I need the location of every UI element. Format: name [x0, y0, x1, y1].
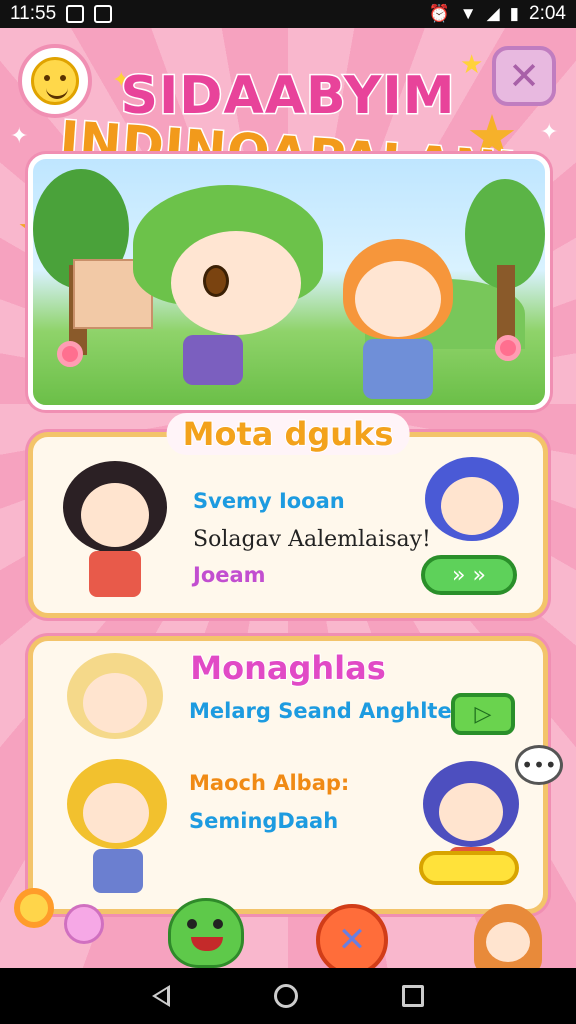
- recent-apps-icon[interactable]: [402, 985, 424, 1007]
- signal-icon: ◢: [486, 4, 500, 23]
- black-hair-character: [59, 461, 169, 601]
- flower-icon: [14, 888, 54, 928]
- alarm-icon: ⏰: [428, 4, 450, 23]
- quest-name: Svemy Iooan: [193, 489, 345, 513]
- status-bar: 11:55 ⏰ ▼ ◢ ▮ 2:04: [0, 0, 576, 28]
- panel-title: Monaghlas: [189, 648, 386, 688]
- blue-hair-character: [425, 457, 521, 557]
- battery-icon: ▮: [509, 4, 520, 23]
- notification-icon: [94, 5, 113, 23]
- flower-icon: [495, 335, 521, 361]
- blonde-character: [67, 653, 167, 753]
- home-icon[interactable]: [274, 984, 298, 1008]
- quest-label: Joeam: [193, 563, 266, 587]
- mission-list-panel: Monaghlas Melarg Seand Anghlten: ▷ Maoch…: [28, 636, 563, 914]
- cross-icon: ✕: [337, 920, 367, 960]
- fast-forward-icon: » »: [452, 562, 486, 588]
- yellow-hair-character: [63, 759, 171, 899]
- hero-scene-illustration: [28, 154, 550, 410]
- flower-icon: [57, 341, 83, 367]
- chat-bubble-icon[interactable]: •••: [515, 745, 563, 785]
- orange-hair-character: [333, 239, 463, 405]
- quest-message: Solagav Aalemlaisay!: [193, 527, 431, 552]
- play-icon: ▷: [474, 701, 492, 727]
- ornament-button[interactable]: ✕: [316, 904, 388, 968]
- yellow-action-button[interactable]: [419, 851, 519, 885]
- status-clock: 2:04: [529, 3, 566, 24]
- lollipop-icon: [64, 904, 104, 944]
- green-hair-character: [133, 185, 323, 385]
- status-time: 11:55: [10, 3, 57, 24]
- fast-forward-button[interactable]: » »: [421, 555, 517, 595]
- quest-panel: Mota dguks Svemy Iooan Solagav Aalemlais…: [28, 413, 548, 618]
- image-icon: [66, 5, 85, 23]
- panel-title: Mota dguks: [166, 413, 410, 455]
- play-button[interactable]: ▷: [451, 693, 515, 735]
- corner-character[interactable]: [474, 904, 542, 968]
- green-monster-icon[interactable]: [168, 898, 244, 968]
- wifi-icon: ▼: [459, 4, 477, 23]
- mission-item-title: Melarg Seand Anghlten:: [189, 699, 476, 723]
- back-icon[interactable]: [152, 985, 170, 1007]
- game-screen: ✕ ✦ ★ ✦ ✦ ★ ★ SIDAABYIM INDINOAPALANI Mo…: [0, 28, 576, 968]
- mission-item-title: Maoch Albap:: [189, 771, 350, 795]
- android-nav-bar: [0, 968, 576, 1024]
- mission-item-subtitle: SemingDaah: [189, 809, 339, 833]
